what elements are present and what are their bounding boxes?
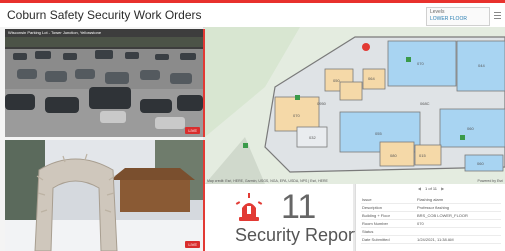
detail-value: 1/24/2021, 11:38 AM <box>417 237 454 242</box>
camera-feed-parking[interactable]: Wisconsin Parking Lot - Tower Junction, … <box>5 29 205 137</box>
svg-text:060: 060 <box>467 126 474 131</box>
svg-text:070: 070 <box>293 113 300 118</box>
detail-key: Building + Floor <box>362 213 390 218</box>
svg-text:068C: 068C <box>420 101 430 106</box>
camera-feed-caption: Wisconsin Parking Lot - Tower Junction, … <box>8 30 102 35</box>
map-attribution: Map credit: Esri, HERE, Garmin, USGS, NG… <box>207 179 328 183</box>
floor-plan-drawing: 070 044 050 064 070 055 060 068C 080 032 0950… <box>205 27 505 184</box>
report-count: 11 <box>281 188 317 226</box>
level-selector[interactable]: Levels LOWER FLOOR <box>426 7 490 26</box>
svg-text:050: 050 <box>333 78 340 83</box>
detail-row: Date Submitted 1/24/2021, 11:38 AM <box>361 236 501 244</box>
svg-text:060: 060 <box>477 161 484 166</box>
detail-key: Status <box>362 229 374 234</box>
level-selector-value: LOWER FLOOR <box>430 16 467 22</box>
antler-arch-image <box>5 140 203 251</box>
detail-value: 070 <box>417 221 424 226</box>
live-badge: LIVE <box>185 241 200 248</box>
detail-row: Building + Floor BRS_COB LOWER_FLOOR <box>361 212 501 220</box>
svg-text:032: 032 <box>309 135 316 140</box>
svg-text:0950: 0950 <box>317 101 327 106</box>
floor-plan-map[interactable]: 070 044 050 064 070 055 060 068C 080 032 0950… <box>205 27 505 184</box>
svg-text:070: 070 <box>417 61 424 66</box>
camera-feed-arch[interactable]: LIVE <box>5 140 205 251</box>
detail-value: Flashing alarm <box>417 197 444 202</box>
detail-row: Description Professor flashing <box>361 204 501 212</box>
report-details-panel: ◀ 1 of 11 ▶ Issue Flashing alarm Descrip… <box>355 184 505 251</box>
security-reports-card: 11 Security Reports <box>205 184 368 251</box>
detail-key: Date Submitted <box>362 237 390 242</box>
svg-text:055: 055 <box>375 131 382 136</box>
page-title: Coburn Safety Security Work Orders <box>7 8 202 22</box>
detail-row: Issue Flashing alarm <box>361 196 501 204</box>
detail-key: Issue <box>362 197 372 202</box>
camera-panel: Wisconsin Parking Lot - Tower Junction, … <box>0 27 205 251</box>
powered-by-esri: Powered by Esri <box>477 179 503 183</box>
record-pager-text: 1 of 11 <box>425 186 437 191</box>
detail-value: Professor flashing <box>417 205 450 210</box>
level-selector-label: Levels <box>430 9 445 15</box>
svg-text:044: 044 <box>478 63 485 68</box>
live-badge: LIVE <box>185 127 200 134</box>
menu-icon[interactable] <box>493 11 502 20</box>
parking-lot-image <box>5 29 203 137</box>
record-pager: ◀ 1 of 11 ▶ <box>356 186 505 191</box>
detail-row: Room Number 070 <box>361 220 501 228</box>
app-header: Coburn Safety Security Work Orders Level… <box>0 3 505 28</box>
detail-value: BRS_COB LOWER_FLOOR <box>417 213 468 218</box>
next-record-icon[interactable]: ▶ <box>438 186 447 191</box>
detail-key: Description <box>362 205 383 210</box>
svg-text:080: 080 <box>390 153 397 158</box>
svg-text:015: 015 <box>419 153 426 158</box>
report-count-label: Security Reports <box>235 225 369 245</box>
prev-record-icon[interactable]: ◀ <box>415 186 424 191</box>
alarm-siren-icon <box>235 193 263 221</box>
detail-row: Status <box>361 228 501 236</box>
detail-key: Room Number <box>362 221 389 226</box>
svg-text:064: 064 <box>368 76 375 81</box>
